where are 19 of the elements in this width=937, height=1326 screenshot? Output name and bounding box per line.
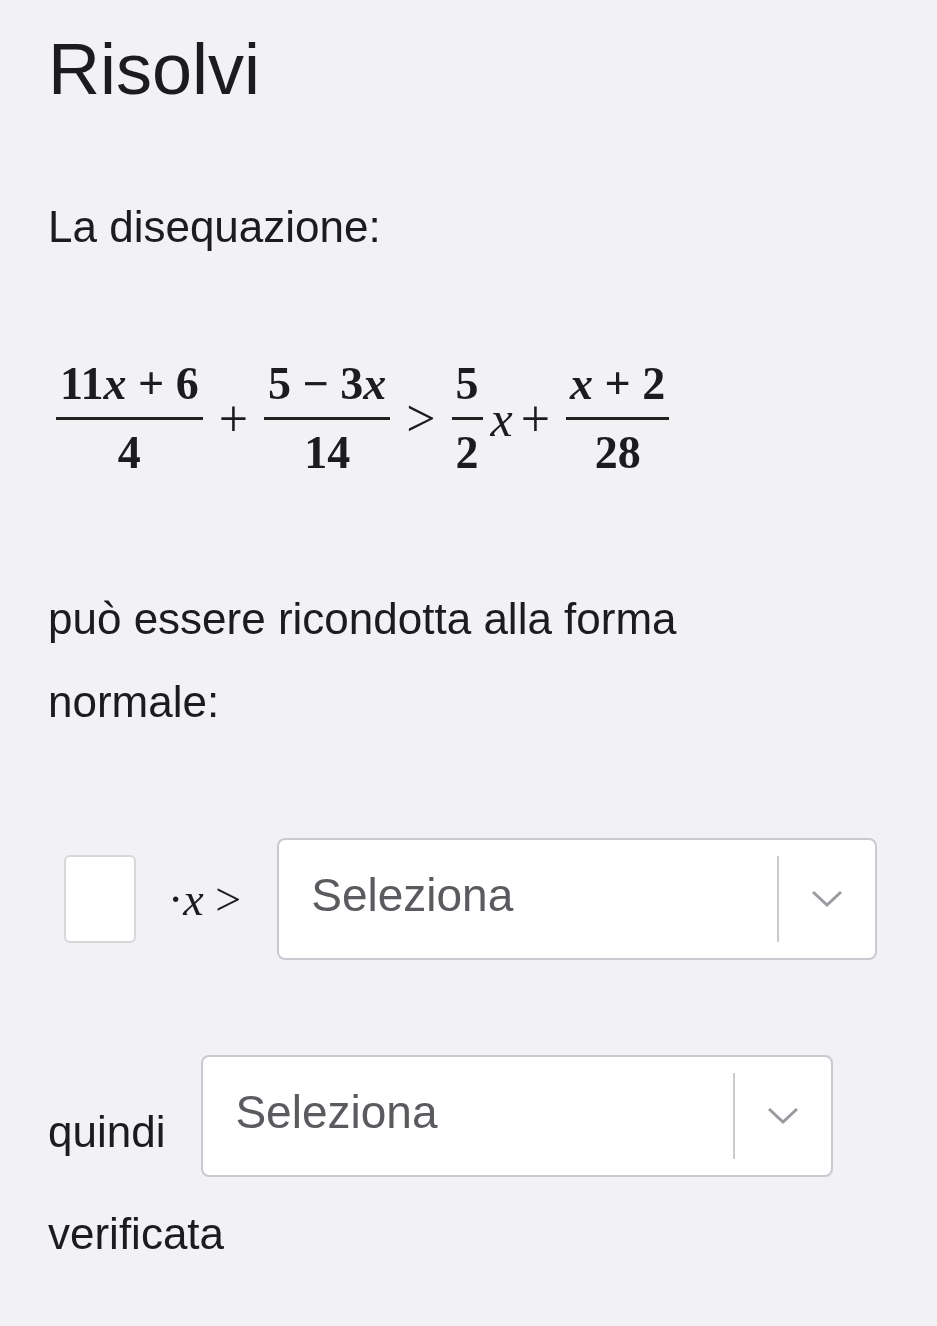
math-variable: x	[490, 389, 513, 448]
math-operator: +	[520, 389, 551, 448]
dropdown-select[interactable]: Seleziona	[201, 1055, 834, 1177]
fraction: 5 2	[451, 355, 483, 482]
math-operator: >	[406, 389, 436, 448]
answer-box[interactable]	[64, 855, 136, 943]
statement-text: può essere ricondotta alla forma normale:	[48, 593, 678, 728]
page-title: Risolvi	[48, 28, 262, 111]
conclusion-suffix: verificata	[48, 1208, 226, 1260]
fraction: 5 − 3x 14	[264, 355, 391, 482]
dropdown-select[interactable]: Seleziona	[277, 838, 878, 960]
intro-text: La disequazione:	[48, 201, 382, 253]
conclusion-prefix: quindi	[48, 1106, 166, 1158]
math-operator: +	[218, 389, 248, 448]
chevron-down-icon	[767, 1107, 800, 1125]
math-expression: ·x >	[168, 872, 242, 927]
fraction: 11x + 6 4	[56, 355, 203, 482]
fraction: x + 2 28	[566, 355, 670, 482]
chevron-down-icon	[811, 890, 844, 908]
